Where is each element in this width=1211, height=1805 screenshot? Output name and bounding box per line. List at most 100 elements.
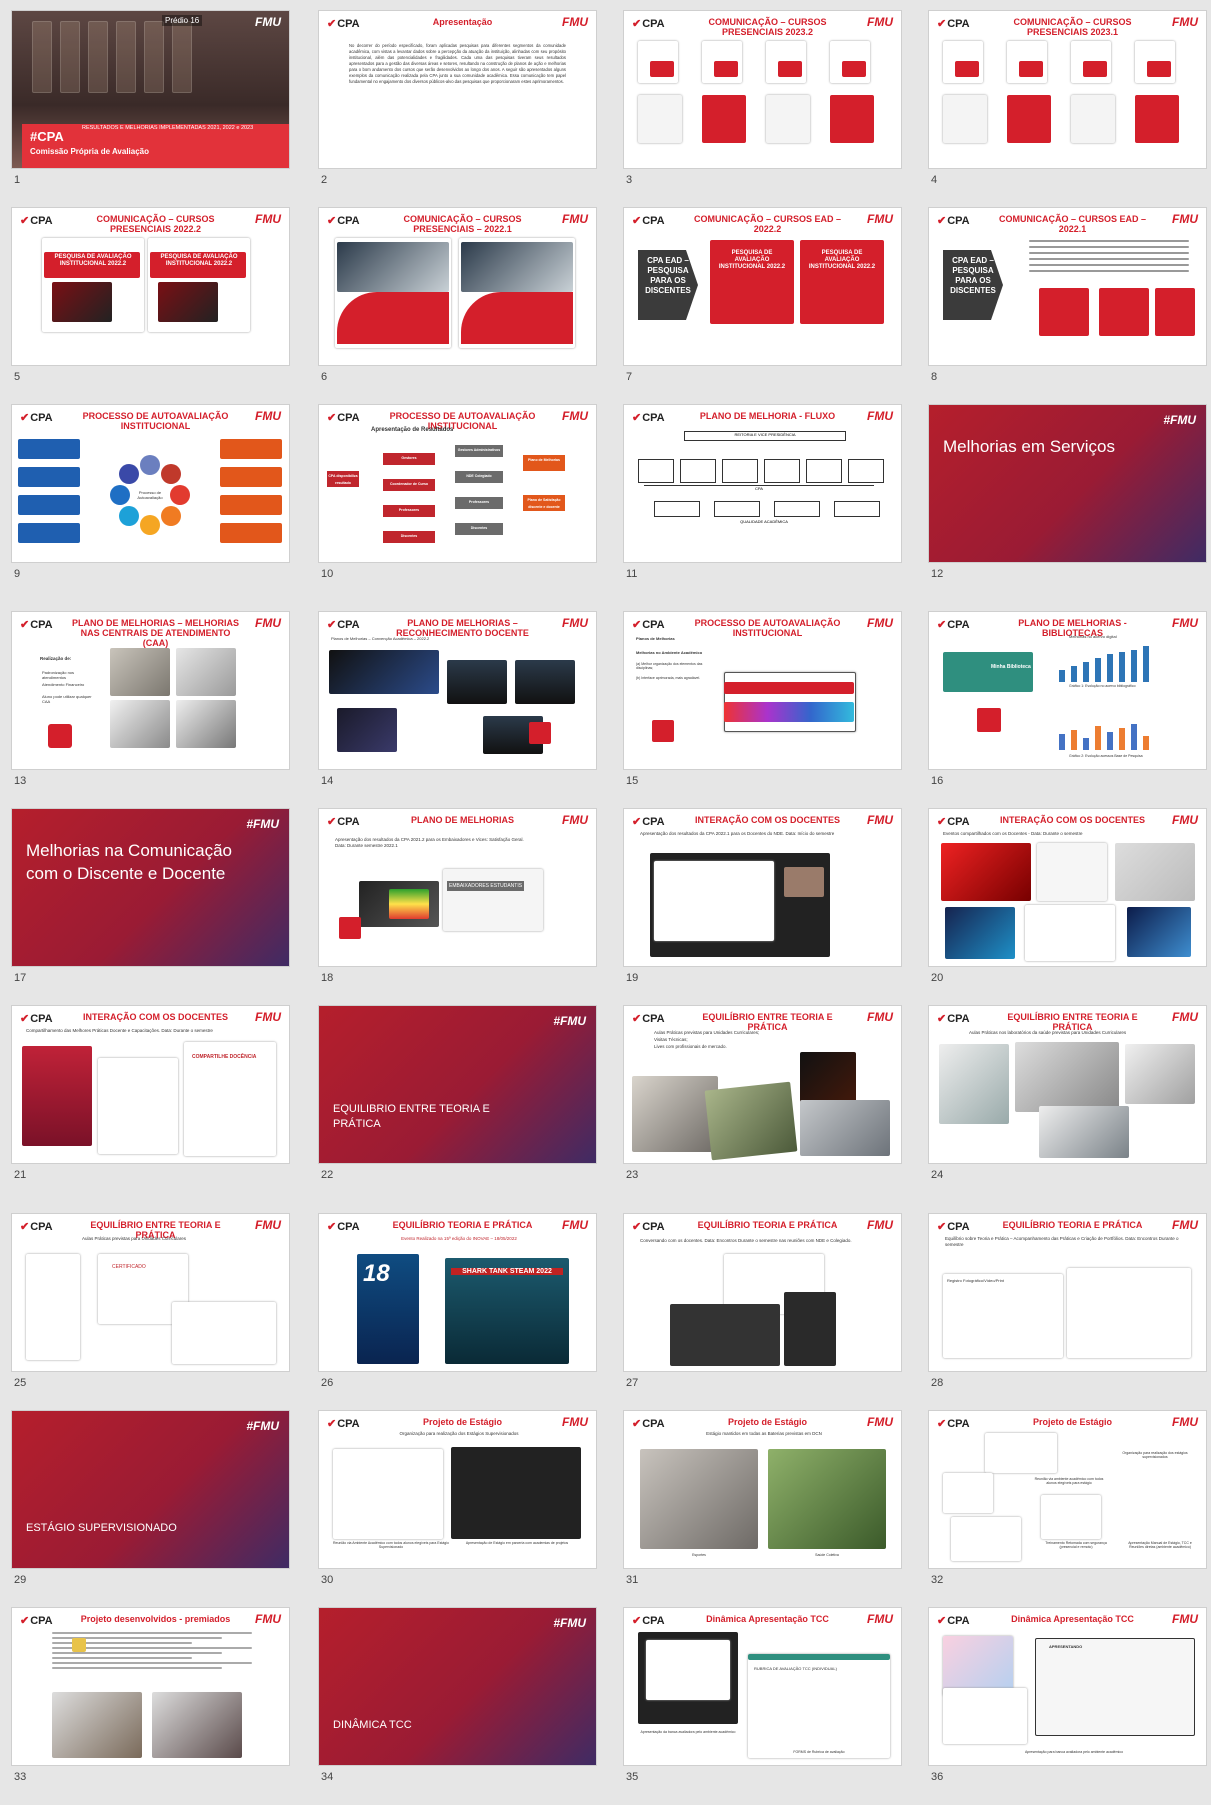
slide-thumbnail[interactable]: ✔CPA INTERAÇÃO COM OS DOCENTES FMU Eventos … — [929, 809, 1206, 966]
slide-thumbnail-cell: ✔CPA COMUNICAÇÃO – CURSOS PRESENCIAIS 202… — [624, 11, 901, 208]
window-grid — [172, 21, 192, 93]
slide-thumbnail-cell: ✔CPA COMUNICAÇÃO – CURSOS PRESENCIAIS 202… — [12, 208, 289, 405]
slide-thumbnail[interactable]: ✔CPA PLANO DE MELHORIAS FMU Apresentação do… — [319, 809, 596, 966]
slide-thumbnail[interactable]: ✔CPA PROCESSO DE AUTOAVALIAÇÃO INSTITUCIO… — [12, 405, 289, 562]
slide-thumbnail-cell: #FMU Melhorias em Serviços 12 — [929, 405, 1206, 602]
cpa-logo: ✔CPA — [937, 815, 970, 828]
slide-thumbnail[interactable]: ✔CPA Projeto de Estágio FMU Organização par… — [319, 1411, 596, 1568]
cpa-logo-text: CPA — [642, 816, 665, 828]
slide-thumbnail[interactable]: ✔CPA PROCESSO DE AUTOAVALIAÇÃO INSTITUCIO… — [319, 405, 596, 562]
slide-thumbnail[interactable]: ✔CPA PLANO DE MELHORIA - FLUXO FMU REITORIA… — [624, 405, 901, 562]
slide-thumbnail[interactable]: ✔CPA PLANO DE MELHORIAS – RECONHECIMENTO … — [319, 612, 596, 769]
office-photo — [110, 700, 170, 748]
slide-thumbnail[interactable]: ✔CPA Apresentação FMU No decorrer do períod… — [319, 11, 596, 168]
flow-box — [654, 501, 700, 517]
slide-thumbnail[interactable]: ✔CPA PLANO DE MELHORIAS - BIBLIOTECAS FMU M… — [929, 612, 1206, 769]
tree-end: Plano de Satisfação discente e docente — [523, 495, 565, 511]
fmu-logo-text: FMU — [255, 212, 281, 226]
cycle-segment — [118, 506, 139, 527]
tree-end: Plano de Melhorias — [523, 455, 565, 471]
slide-title: EQUILÍBRIO TEORIA E PRÁTICA — [1002, 1220, 1143, 1230]
slide-thumbnail[interactable]: ✔CPA Projeto de Estágio FMU Estágio mantido… — [624, 1411, 901, 1568]
slide-thumbnail[interactable]: ✔CPA COMUNICAÇÃO – CURSOS EAD – 2022.2 FMU… — [624, 208, 901, 365]
slide-thumbnail[interactable]: ✔CPA EQUILÍBRIO TEORIA E PRÁTICA FMU Equilí… — [929, 1214, 1206, 1371]
tree-subtitle: Apresentação de Resultados — [371, 427, 454, 433]
fmu-logo-text: FMU — [867, 1218, 893, 1232]
cpa-logo-text: CPA — [947, 18, 970, 30]
text-line — [52, 1662, 252, 1664]
hashfmu-logo: #FMU — [246, 1419, 279, 1433]
slide-body: Conversando com os docentes. Data: Encon… — [640, 1238, 852, 1243]
slide-thumbnail[interactable]: #FMU EQUILIBRIO ENTRE TEORIA E PRÁTICA — [319, 1006, 596, 1163]
slide-thumbnail[interactable]: ✔CPA PLANO DE MELHORIAS – MELHORIAS NAS C… — [12, 612, 289, 769]
fmu-logo-text: FMU — [255, 1010, 281, 1024]
slide-thumbnail[interactable]: ✔CPA Dinâmica Apresentação TCC FMU APRESENT… — [929, 1608, 1206, 1765]
slide-thumbnail[interactable]: ✔CPA EQUILÍBRIO ENTRE TEORIA E PRÁTICA FMU… — [12, 1214, 289, 1371]
flow-box — [638, 459, 674, 483]
slide-thumbnail[interactable]: #FMU DINÂMICA TCC — [319, 1608, 596, 1765]
poster-photo — [337, 242, 449, 292]
slide-thumbnail[interactable]: #FMU Melhorias em Serviços — [929, 405, 1206, 562]
tree-leaf: Professores — [455, 497, 503, 509]
slide-body: Estágio mantidos em todas as Baterias pr… — [706, 1431, 822, 1436]
cpa-logo-text: CPA — [30, 619, 53, 631]
chart-bar — [1131, 650, 1137, 682]
award-icon — [72, 1638, 86, 1652]
slide-thumbnail[interactable]: ✔CPA Projeto desenvolvidos - premiados FMU — [12, 1608, 289, 1765]
screenshot — [515, 660, 575, 704]
slide-thumbnail[interactable]: ✔CPA COMUNICAÇÃO – CURSOS PRESENCIAIS 202… — [12, 208, 289, 365]
slide-thumbnail[interactable]: ✔CPA INTERAÇÃO COM OS DOCENTES FMU Apresent… — [624, 809, 901, 966]
cpa-logo-text: CPA — [30, 215, 53, 227]
chart-bar — [1071, 666, 1077, 682]
slide-thumbnail[interactable]: ✔CPA COMUNICAÇÃO – CURSOS EAD – 2022.1 FMU… — [929, 208, 1206, 365]
slide-thumbnail[interactable]: Prédio 16 FMU #CPA RESULTADOS E MELHORIAS I… — [12, 11, 289, 168]
cpa-logo: ✔CPA — [20, 1614, 53, 1627]
list-item: (a) Melhor organização dos elementos das… — [636, 662, 703, 670]
slide-header: ✔CPA EQUILÍBRIO TEORIA E PRÁTICA FMU — [624, 1214, 901, 1240]
slide-number: 24 — [931, 1169, 944, 1181]
check-icon: ✔ — [20, 1013, 30, 1025]
fmu-logo-text: FMU — [1172, 1415, 1198, 1429]
slide-header: ✔CPA COMUNICAÇÃO – CURSOS PRESENCIAIS – 2… — [319, 208, 596, 234]
slide-thumbnail[interactable]: ✔CPA INTERAÇÃO COM OS DOCENTES FMU Comparti… — [12, 1006, 289, 1163]
slide-thumbnail-cell: ✔CPA EQUILÍBRIO ENTRE TEORIA E PRÁTICA FMU… — [12, 1214, 289, 1411]
slide-title: PLANO DE MELHORIA - FLUXO — [699, 411, 836, 421]
flow-box — [680, 459, 716, 483]
poster-wave — [337, 292, 449, 344]
flow-box — [714, 501, 760, 517]
screenshot — [443, 869, 543, 931]
slide-thumbnail[interactable]: #FMU Melhorias na Comunicação com o Disce… — [12, 809, 289, 966]
slide-thumbnail[interactable]: ✔CPA EQUILÍBRIO ENTRE TEORIA E PRÁTICA FMU… — [929, 1006, 1206, 1163]
slide-thumbnail[interactable]: ✔CPA EQUILÍBRIO ENTRE TEORIA E PRÁTICA FMU… — [624, 1006, 901, 1163]
slide-header: ✔CPA PLANO DE MELHORIAS - BIBLIOTECAS FMU — [929, 612, 1206, 638]
slide-title: COMUNICAÇÃO – CURSOS EAD – 2022.1 — [998, 214, 1146, 234]
slide-number: 21 — [14, 1169, 27, 1181]
slide-number: 4 — [931, 174, 938, 186]
fmu-logo-text: FMU — [562, 616, 588, 630]
slide-thumbnail-cell: ✔CPA PLANO DE MELHORIA - FLUXO FMU REITORIA… — [624, 405, 901, 602]
slide-thumbnail[interactable]: ✔CPA COMUNICAÇÃO – CURSOS PRESENCIAIS – 2… — [319, 208, 596, 365]
slide-header: ✔CPA EQUILÍBRIO ENTRE TEORIA E PRÁTICA FMU — [929, 1006, 1206, 1032]
fmu-logo-text: FMU — [562, 15, 588, 29]
slide-thumbnail[interactable]: ✔CPA EQUILÍBRIO TEORIA E PRÁTICA FMU Evento… — [319, 1214, 596, 1371]
cover-line1: RESULTADOS E MELHORIAS IMPLEMENTADAS 202… — [82, 125, 254, 131]
slide-thumbnail[interactable]: ✔CPA Dinâmica Apresentação TCC FMU RUBRICA … — [624, 1608, 901, 1765]
slide-body: Compartilhamento das Melhores Práticas D… — [26, 1028, 213, 1033]
slide-header: ✔CPA COMUNICAÇÃO – CURSOS PRESENCIAIS 202… — [929, 11, 1206, 37]
slide-thumbnail[interactable]: #FMU ESTÁGIO SUPERVISIONADO — [12, 1411, 289, 1568]
side-box-right — [220, 523, 282, 543]
caption: Reunião via Ambiente Acadêmico com todos… — [333, 1541, 449, 1549]
slide-number: 20 — [931, 972, 944, 984]
slide-thumbnail-cell: ✔CPA Dinâmica Apresentação TCC FMU RUBRICA … — [624, 1608, 901, 1805]
slide-thumbnail[interactable]: ✔CPA PROCESSO DE AUTOAVALIAÇÃO INSTITUCIO… — [624, 612, 901, 769]
slide-number: 7 — [626, 371, 633, 383]
check-icon: ✔ — [632, 1221, 642, 1233]
slide-thumbnail[interactable]: ✔CPA EQUILÍBRIO TEORIA E PRÁTICA FMU Conver… — [624, 1214, 901, 1371]
slide-thumbnail[interactable]: ✔CPA COMUNICAÇÃO – CURSOS PRESENCIAIS 202… — [624, 11, 901, 168]
caption: Reunião via ambiente acadêmico com todos… — [1034, 1477, 1104, 1485]
slide-thumbnail[interactable]: ✔CPA COMUNICAÇÃO – CURSOS PRESENCIAIS 202… — [929, 11, 1206, 168]
chart-bar — [1095, 658, 1101, 682]
slide-thumbnail[interactable]: ✔CPA Projeto de Estágio FMU Organização par… — [929, 1411, 1206, 1568]
slide-header: ✔CPA PLANO DE MELHORIA - FLUXO FMU — [624, 405, 901, 431]
fmu-logo-text: FMU — [1172, 15, 1198, 29]
